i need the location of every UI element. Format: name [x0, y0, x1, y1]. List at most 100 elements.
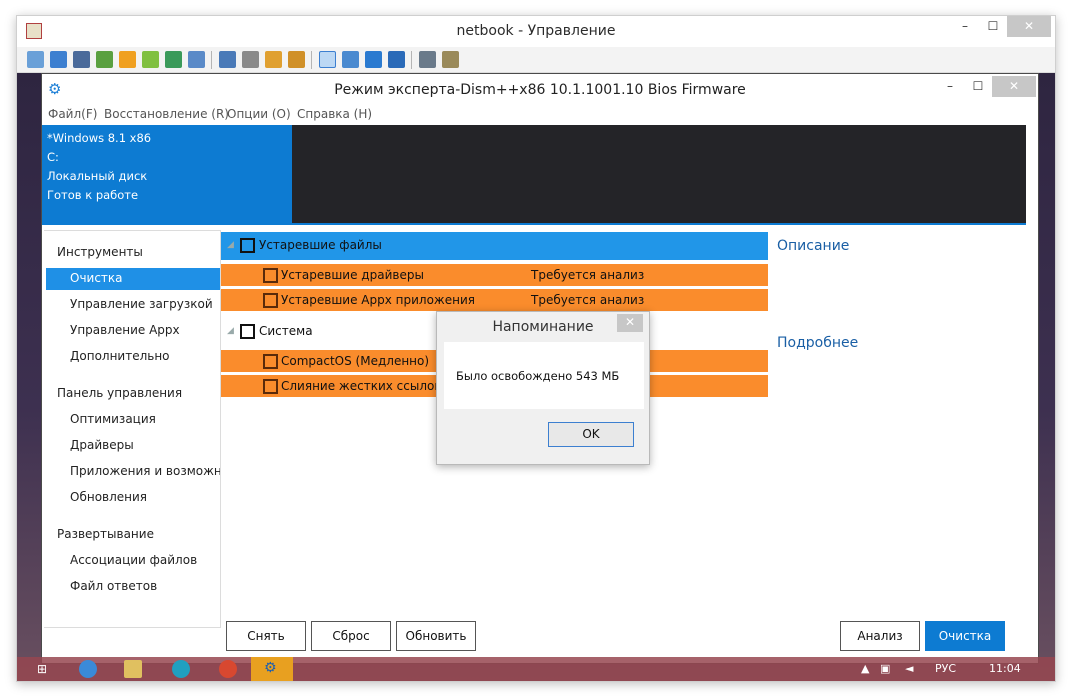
info-dark-area [292, 125, 1026, 223]
dism-close-button[interactable]: ✕ [992, 76, 1036, 97]
analyze-button[interactable]: Анализ [840, 621, 920, 651]
upload-icon[interactable] [219, 51, 236, 68]
item-label: CompactOS (Медленно) [281, 354, 430, 368]
stretch-icon[interactable] [365, 51, 382, 68]
sidebar-section-tools: Инструменты [57, 245, 143, 259]
edge-icon[interactable] [172, 660, 190, 678]
item-label: Устаревшие Appx приложения [281, 293, 475, 307]
item-status: Требуется анализ [531, 268, 645, 282]
file-explorer-icon[interactable] [124, 660, 142, 678]
checkbox[interactable] [240, 324, 255, 339]
checkbox[interactable] [263, 379, 278, 394]
lock-icon[interactable] [265, 51, 282, 68]
tools-icon[interactable] [442, 51, 459, 68]
status-text: Готов к работе [47, 188, 139, 202]
sidebar-item-advanced[interactable]: Дополнительно [46, 346, 220, 368]
description-title: Описание [777, 238, 850, 254]
sidebar-item-answer-file[interactable]: Файл ответов [46, 576, 220, 598]
clean-button[interactable]: Очистка [925, 621, 1005, 651]
sidebar-item-boot[interactable]: Управление загрузкой [46, 294, 220, 316]
menu-options[interactable]: Опции (O) [227, 107, 291, 121]
divider [42, 223, 1026, 225]
menu-help[interactable]: Справка (H) [297, 107, 372, 121]
group-label: Система [259, 324, 313, 338]
reminder-dialog: Напоминание ✕ Было освобождено 543 МБ OK [436, 311, 650, 465]
sidebar: Инструменты Очистка Управление загрузкой… [44, 230, 221, 628]
drive-letter: C: [47, 150, 59, 164]
session-info-panel[interactable]: *Windows 8.1 x86 C: Локальный диск Готов… [42, 125, 292, 223]
clipboard-icon[interactable] [419, 51, 436, 68]
unlock-icon[interactable] [288, 51, 305, 68]
network-icon[interactable] [242, 51, 259, 68]
chat-icon[interactable] [188, 51, 205, 68]
checkbox[interactable] [263, 354, 278, 369]
group-label: Устаревшие файлы [259, 238, 382, 252]
remote-title-bar: netbook - Управление – ☐ ✕ [17, 16, 1055, 47]
windows-start-icon[interactable]: ⊞ [37, 662, 51, 676]
sidebar-item-apps[interactable]: Приложения и возможнос [46, 461, 220, 483]
sidebar-section-control-panel: Панель управления [57, 386, 183, 400]
dism-minimize-button[interactable]: – [936, 76, 964, 97]
toolbar-separator [311, 51, 312, 69]
remote-window-title: netbook - Управление [456, 23, 616, 39]
gear-icon: ⚙ [264, 660, 277, 676]
menu-recovery[interactable]: Восстановление (R) [104, 107, 229, 121]
toolbar-separator [211, 51, 212, 69]
refresh-button[interactable]: Обновить [396, 621, 476, 651]
group-obsolete-files[interactable]: ◢ Устаревшие файлы [221, 232, 768, 260]
monitor-icon[interactable] [27, 51, 44, 68]
minimize-button[interactable]: – [951, 16, 979, 37]
checkbox[interactable] [240, 238, 255, 253]
arrows-icon[interactable] [96, 51, 113, 68]
maximize-button[interactable]: ☐ [979, 16, 1007, 37]
dialog-body: Было освобождено 543 МБ [444, 342, 644, 409]
tray-expand-icon[interactable]: ▲ [861, 662, 869, 675]
item-status: Требуется анализ [531, 293, 645, 307]
fullscreen-icon[interactable] [342, 51, 359, 68]
list-item[interactable]: Устаревшие драйверы Требуется анализ [221, 264, 768, 286]
phone-icon[interactable] [165, 51, 182, 68]
power-icon[interactable] [119, 51, 136, 68]
sidebar-item-updates[interactable]: Обновления [46, 487, 220, 509]
internet-explorer-icon[interactable] [79, 660, 97, 678]
collapse-arrow-icon[interactable]: ◢ [227, 240, 234, 250]
screen-icon[interactable] [50, 51, 67, 68]
checkbox[interactable] [263, 293, 278, 308]
volume-muted-icon[interactable]: ◄ [905, 662, 913, 675]
sidebar-item-optimization[interactable]: Оптимизация [46, 409, 220, 431]
dism-maximize-button[interactable]: ☐ [964, 76, 992, 97]
checkbox[interactable] [263, 268, 278, 283]
refresh-icon[interactable] [142, 51, 159, 68]
details-link[interactable]: Подробнее [777, 335, 858, 351]
dism-window-title: Режим эксперта-Dism++x86 10.1.1001.10 Bi… [334, 82, 746, 98]
menu-bar: Файл(F) Восстановление (R) Опции (O) Спр… [42, 104, 1038, 124]
sidebar-item-appx[interactable]: Управление Appx [46, 320, 220, 342]
remote-toolbar [17, 47, 1055, 73]
scale-icon[interactable] [388, 51, 405, 68]
reset-button[interactable]: Сброс [311, 621, 391, 651]
dialog-message: Было освобождено 543 МБ [456, 369, 620, 383]
sidebar-item-file-associations[interactable]: Ассоциации файлов [46, 550, 220, 572]
os-name: *Windows 8.1 x86 [47, 131, 152, 145]
list-item[interactable]: Устаревшие Appx приложения Требуется ана… [221, 289, 768, 311]
terminal-icon[interactable] [73, 51, 90, 68]
collapse-arrow-icon[interactable]: ◢ [227, 326, 234, 336]
sidebar-item-drivers[interactable]: Драйверы [46, 435, 220, 457]
remove-button[interactable]: Снять [226, 621, 306, 651]
close-button[interactable]: ✕ [1007, 16, 1051, 37]
ok-button[interactable]: OK [548, 422, 634, 447]
clock[interactable]: 11:04 [989, 662, 1021, 675]
item-label: Устаревшие драйверы [281, 268, 424, 282]
window-mode-icon[interactable] [319, 51, 336, 68]
language-indicator[interactable]: РУС [935, 662, 956, 675]
chrome-icon[interactable] [219, 660, 237, 678]
dism-taskbar-button[interactable]: ⚙ [251, 657, 293, 681]
menu-file[interactable]: Файл(F) [48, 107, 97, 121]
network-tray-icon[interactable]: ▣ [880, 662, 890, 675]
item-label: Слияние жестких ссылок (M [281, 379, 461, 393]
dialog-close-button[interactable]: ✕ [617, 314, 643, 332]
sidebar-item-cleanup[interactable]: Очистка [46, 268, 220, 290]
disk-type: Локальный диск [47, 169, 148, 183]
taskbar: ⊞ ⚙ ▲ ▣ ◄ РУС 11:04 [17, 657, 1055, 681]
dism-title-bar: ⚙ Режим эксперта-Dism++x86 10.1.1001.10 … [42, 74, 1038, 104]
